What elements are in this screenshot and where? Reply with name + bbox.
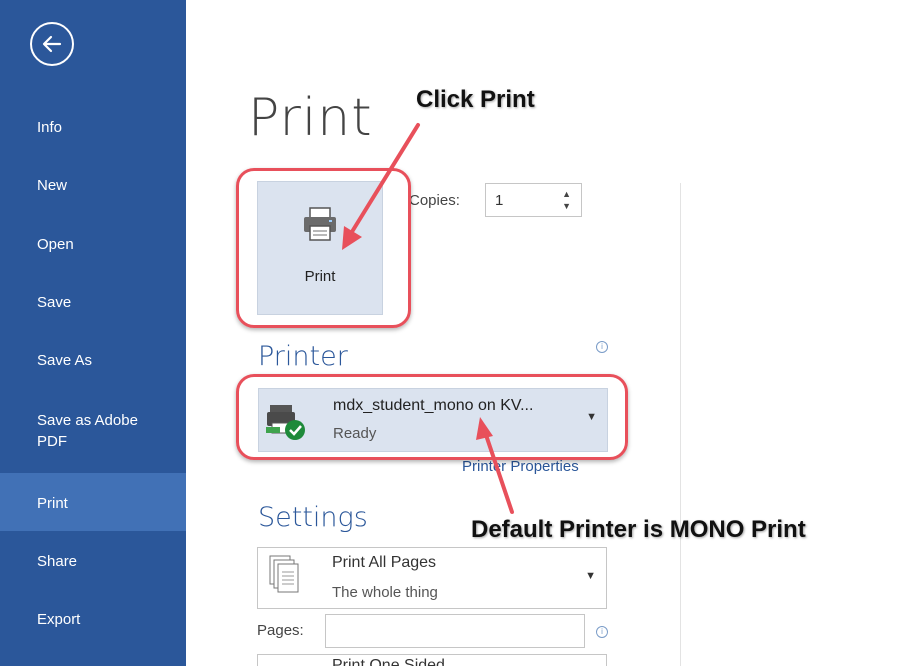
arrow-to-print: [342, 123, 420, 250]
annotation-click-print: Click Print: [416, 86, 535, 113]
annotation-default-printer: Default Printer is MONO Print: [471, 516, 806, 543]
arrow-to-printer: [476, 417, 514, 514]
